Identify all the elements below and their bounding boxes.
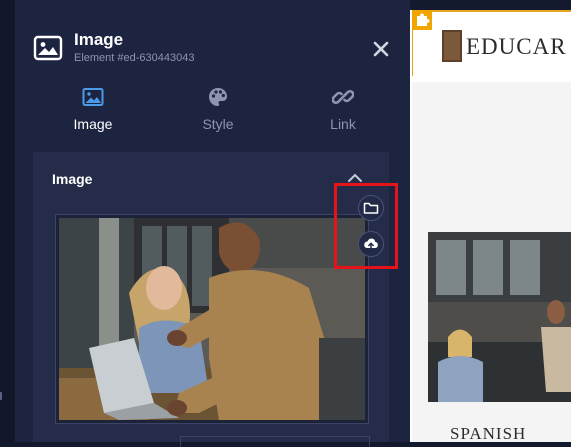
tab-style-label: Style [202,116,234,132]
close-icon[interactable] [370,38,392,60]
tab-link[interactable]: Link [288,84,398,136]
image-icon [33,35,63,61]
highlight-annotation [334,183,398,269]
tab-image-label: Image [73,116,113,132]
edge-handle[interactable] [0,392,2,400]
left-edge-strip [0,0,15,442]
link-icon [332,90,354,104]
logo-book-icon [442,30,462,62]
panel-title: Image [74,30,124,49]
tab-image[interactable]: Image [38,84,148,136]
image-icon [82,88,104,106]
tab-style[interactable]: Style [163,84,273,136]
palette-icon [209,88,227,106]
tab-link-label: Link [330,116,356,132]
site-logo-text: EDUCAR [466,34,567,59]
element-id: Element #ed-630443043 [74,52,195,64]
image-preview-frame[interactable] [55,214,369,424]
preview-top-bar [410,0,571,10]
panel-header: Image Element #ed-630443043 [15,0,407,72]
preview-photo [428,232,571,402]
plugin-badge[interactable] [412,10,432,30]
preview-course-label: SPANISH [450,424,527,443]
editor-tabs: Image Style Link [33,84,393,136]
preview-divider [407,0,410,442]
puzzle-icon [417,13,430,26]
selected-image [59,218,365,420]
section-title: Image [52,171,93,187]
